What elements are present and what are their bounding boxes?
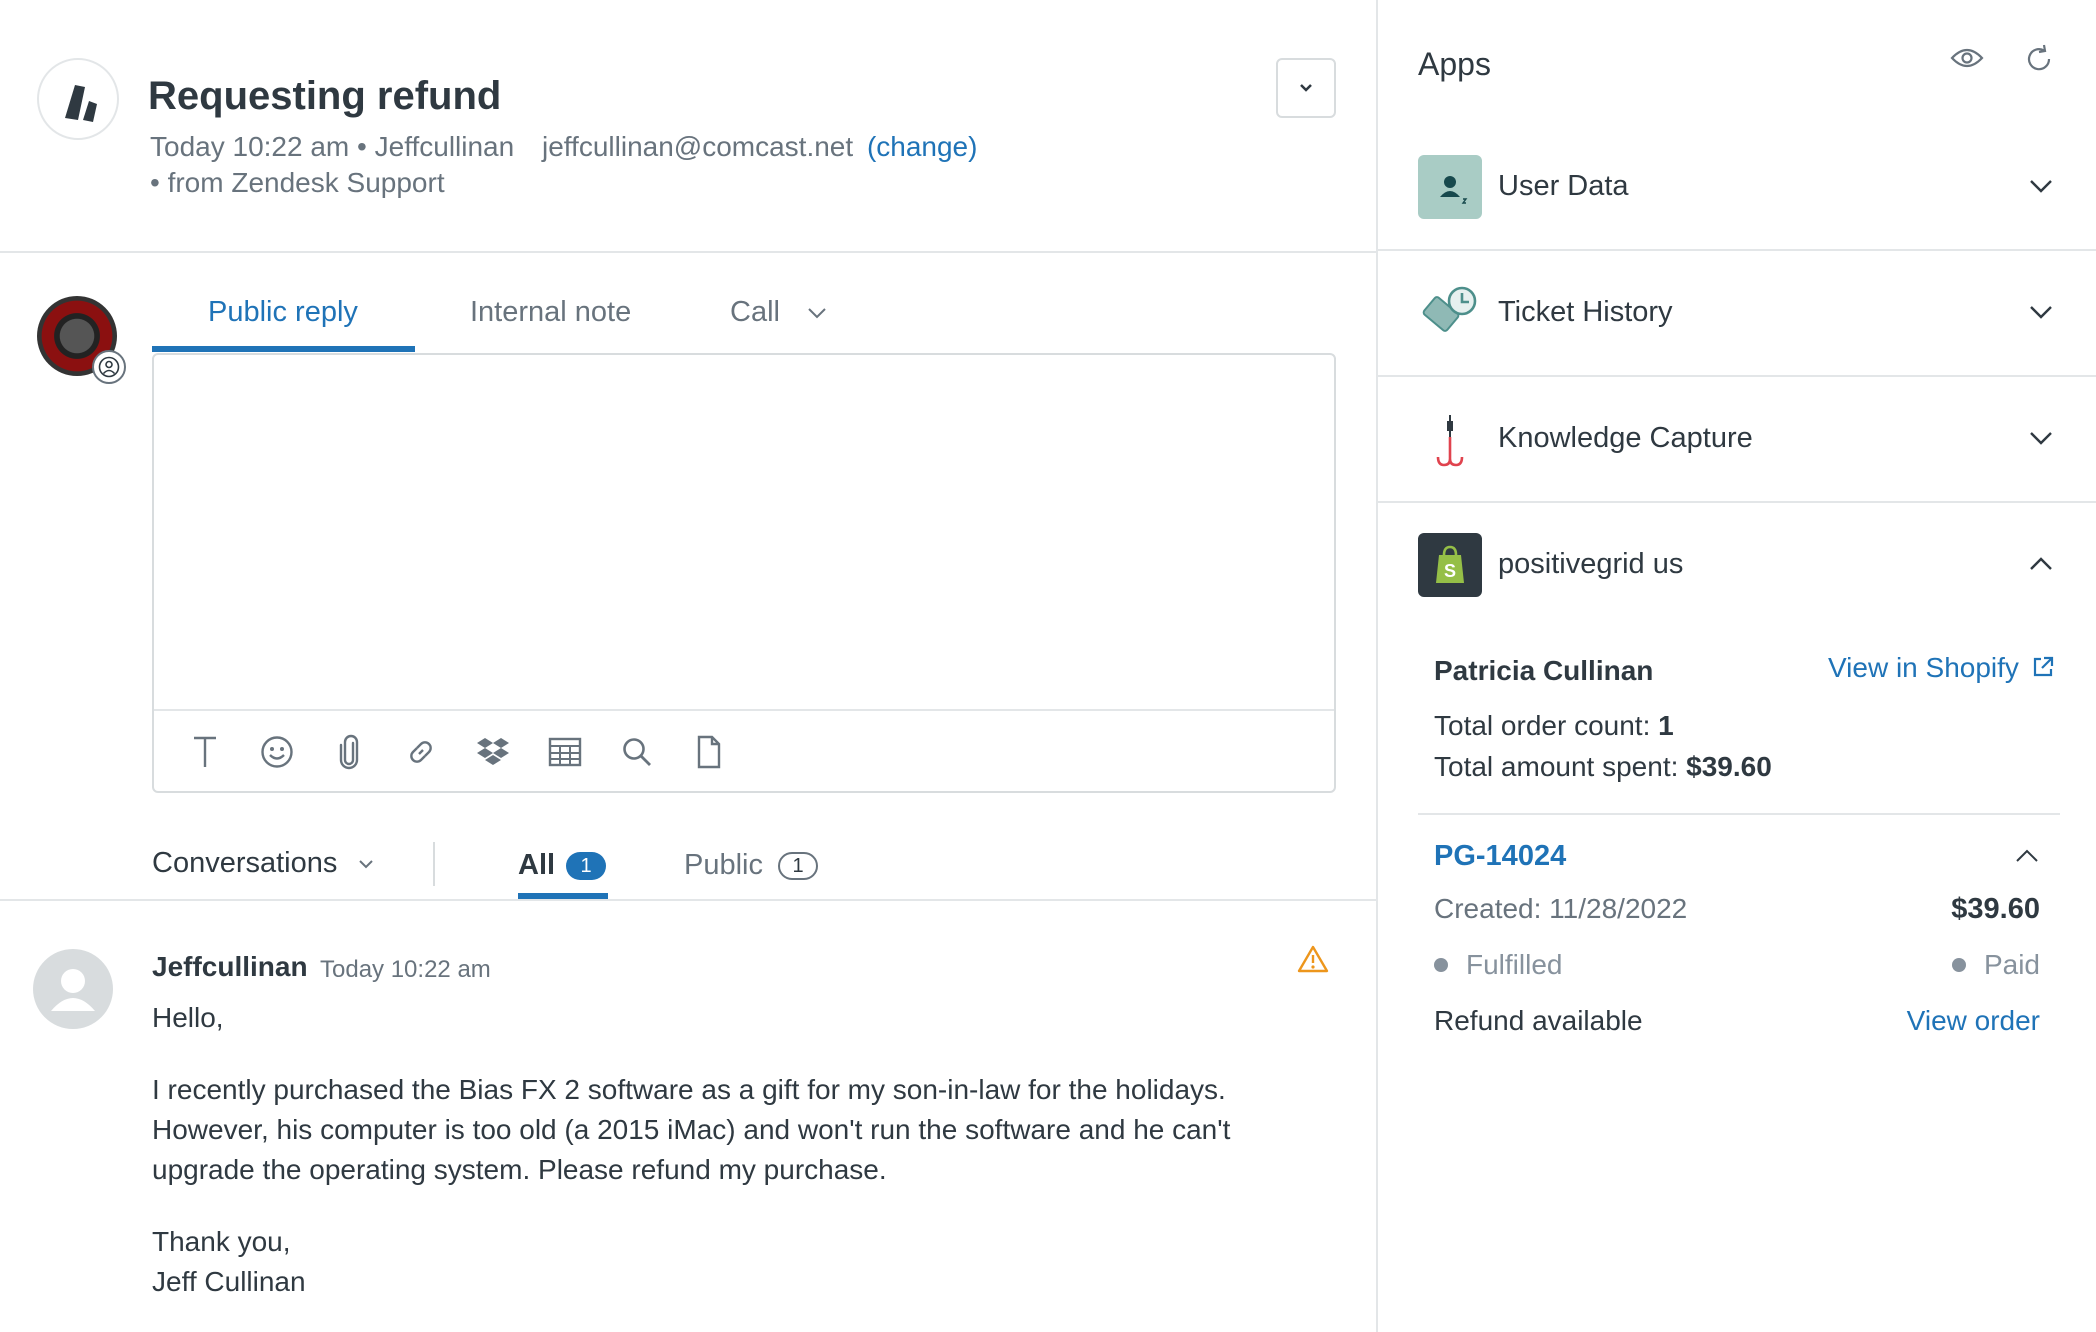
chevron-up-icon[interactable] <box>2028 556 2054 577</box>
change-requester-link[interactable]: (change) <box>867 131 978 162</box>
ticket-panel: Requesting refund Today 10:22 am • Jeffc… <box>0 0 1376 1332</box>
eye-icon[interactable] <box>1950 46 1984 75</box>
message-greeting: Hello, <box>152 1002 224 1033</box>
order-amount: $39.60 <box>1951 893 2040 925</box>
apps-panel: Apps User Data Ticket History Knowledge … <box>1378 0 2096 1332</box>
refund-available-label: Refund available <box>1434 1005 1643 1036</box>
divider <box>0 251 1376 253</box>
app-user-data[interactable]: User Data <box>1498 170 1629 203</box>
view-in-shopify-label: View in Shopify <box>1828 652 2019 683</box>
tab-call-label: Call <box>730 296 780 328</box>
attachment-icon[interactable] <box>327 730 371 774</box>
chevron-down-icon <box>1300 84 1312 92</box>
app-knowledge-capture[interactable]: Knowledge Capture <box>1498 422 1753 455</box>
all-count-badge: 1 <box>566 852 606 880</box>
message-text: I recently purchased the Bias FX 2 softw… <box>152 1074 1231 1185</box>
chevron-down-icon <box>359 860 374 869</box>
divider <box>0 899 1376 901</box>
message-author[interactable]: Jeffcullinan <box>152 951 308 983</box>
ticket-source: • from Zendesk Support <box>150 167 445 198</box>
order-created-date: Created: 11/28/2022 <box>1434 893 1688 924</box>
chevron-up-icon[interactable] <box>2014 848 2040 869</box>
avatar[interactable] <box>33 949 113 1029</box>
tab-call[interactable]: Call <box>730 296 828 329</box>
filter-all-tab[interactable]: All <box>518 849 555 882</box>
emoji-icon[interactable] <box>255 730 299 774</box>
app-ticket-history[interactable]: Ticket History <box>1498 296 1673 329</box>
total-amount-spent-value: $39.60 <box>1686 751 1772 782</box>
requester-email: jeffcullinan@comcast.net <box>541 131 854 162</box>
app-positivegrid-us[interactable]: positivegrid us <box>1498 548 1683 581</box>
ticket-history-icon <box>1418 281 1482 345</box>
user-data-icon <box>1418 155 1482 219</box>
agent-badge-icon <box>92 350 126 384</box>
filter-public-tab[interactable]: Public <box>684 849 763 882</box>
chevron-down-icon[interactable] <box>2028 430 2054 451</box>
status-dot <box>1951 958 1966 972</box>
shopify-icon: S <box>1418 533 1482 597</box>
total-order-count: Total order count: 1 <box>1434 710 1674 741</box>
table-icon[interactable] <box>543 730 587 774</box>
fulfillment-status: Fulfilled <box>1434 949 1562 981</box>
apps-title: Apps <box>1418 46 1491 82</box>
chevron-down-icon[interactable] <box>2028 178 2054 199</box>
order-id-link[interactable]: PG-14024 <box>1434 840 1566 873</box>
ticket-subject: Requesting refund <box>148 74 502 118</box>
payment-status: Paid <box>1951 949 2040 981</box>
message-closing: Thank you, <box>152 1226 291 1257</box>
total-amount-spent: Total amount spent: $39.60 <box>1434 751 1772 782</box>
view-order-link[interactable]: View order <box>1907 1005 2040 1037</box>
message-body: Hello, I recently purchased the Bias FX … <box>152 998 1352 1302</box>
conversations-filter-label: Conversations <box>152 847 338 879</box>
dropbox-icon[interactable] <box>471 730 515 774</box>
view-in-shopify-link[interactable]: View in Shopify <box>1828 652 2055 684</box>
ticket-meta: Today 10:22 am • Jeffcullinan jeffcullin… <box>150 131 978 162</box>
external-link-icon <box>2033 656 2053 677</box>
filter-divider <box>433 842 435 886</box>
chevron-down-icon <box>808 308 826 319</box>
brand-logo <box>37 58 119 140</box>
status-dot <box>1434 958 1448 972</box>
svg-text:S: S <box>1444 561 1456 581</box>
knowledge-capture-icon <box>1418 407 1482 471</box>
text-format-icon[interactable] <box>183 730 227 774</box>
divider <box>1378 249 2096 251</box>
search-icon[interactable] <box>615 730 659 774</box>
divider <box>1418 813 2060 815</box>
document-icon[interactable] <box>687 730 731 774</box>
ticket-options-button[interactable] <box>1276 58 1336 118</box>
public-count-badge: 1 <box>778 852 818 880</box>
divider <box>1378 501 2096 503</box>
customer-name: Patricia Cullinan <box>1434 655 1654 686</box>
link-icon[interactable] <box>399 730 443 774</box>
chevron-down-icon[interactable] <box>2028 304 2054 325</box>
conversations-filter[interactable]: Conversations <box>152 847 375 880</box>
refresh-icon[interactable] <box>2024 44 2054 79</box>
divider <box>1378 375 2096 377</box>
reply-textarea[interactable] <box>154 355 1334 710</box>
message-time: Today 10:22 am <box>320 956 491 983</box>
message-signature: Jeff Cullinan <box>152 1266 306 1297</box>
warning-icon[interactable] <box>1297 944 1329 979</box>
tab-public-reply[interactable]: Public reply <box>208 296 358 329</box>
tab-internal-note[interactable]: Internal note <box>470 296 631 329</box>
total-order-count-value: 1 <box>1658 710 1674 741</box>
requester-name[interactable]: Jeffcullinan <box>375 131 515 162</box>
active-tab-indicator <box>152 346 415 352</box>
ticket-timestamp: Today 10:22 am <box>150 131 350 162</box>
editor-toolbar-divider <box>154 709 1334 711</box>
